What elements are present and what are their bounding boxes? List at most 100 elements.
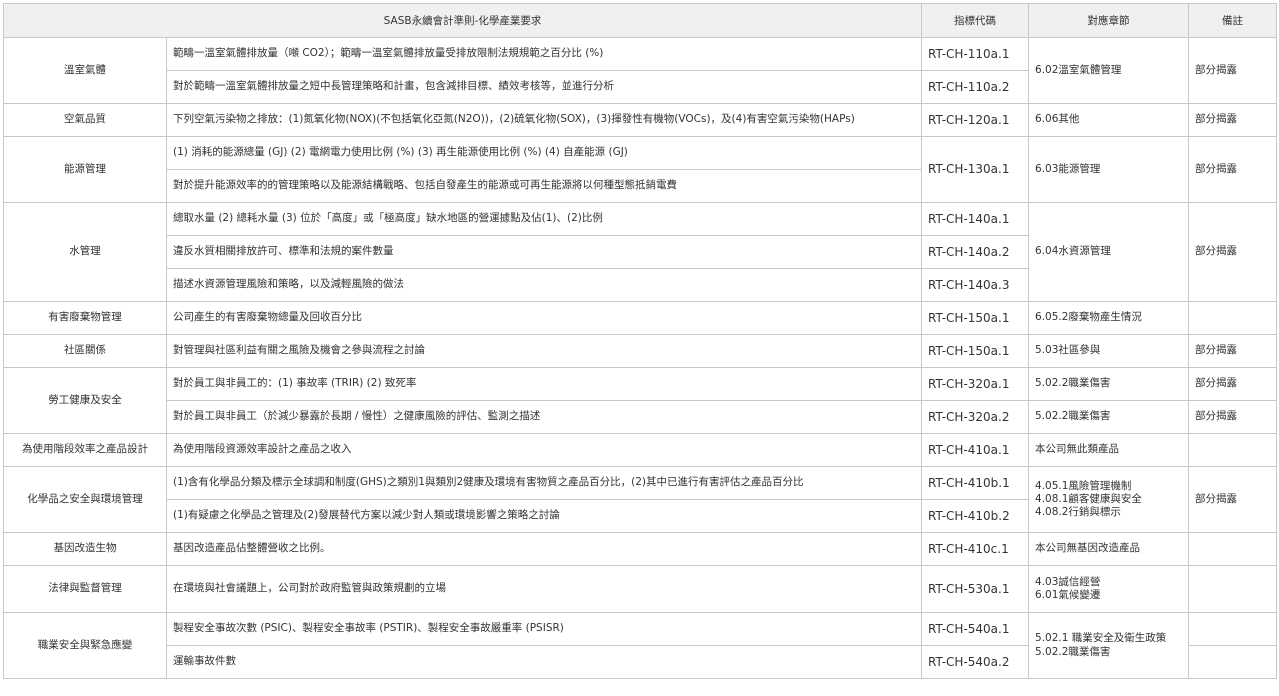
metric-cell: 對於範疇一溫室氣體排放量之短中長管理策略和計畫，包含減排目標、績效考核等，並進行…: [165, 70, 923, 104]
topic-cell: 基因改造生物: [3, 532, 167, 566]
note-cell: [1188, 612, 1278, 646]
note-cell: [1188, 532, 1278, 566]
table-row: 基因改造生物 基因改造產品佔整體營收之比例。 RT-CH-410c.1 本公司無…: [3, 532, 1278, 566]
chapter-line: 6.01氣候變遷: [1035, 589, 1101, 601]
metric-cell: 總取水量 (2) 總耗水量 (3) 位於「高度」或「極高度」缺水地區的營運據點及…: [165, 202, 923, 236]
code-cell: RT-CH-140a.3: [921, 268, 1030, 302]
note-cell: 部分揭露: [1188, 367, 1278, 401]
note-cell: [1188, 301, 1278, 335]
code-cell: RT-CH-320a.1: [921, 367, 1030, 401]
metric-cell: 描述水資源管理風險和策略，以及減輕風險的做法: [165, 268, 923, 302]
topic-cell: 空氣品質: [3, 103, 167, 137]
metric-cell: 基因改造產品佔整體營收之比例。: [165, 532, 923, 566]
table-row: 有害廢棄物管理 公司產生的有害廢棄物總量及回收百分比 RT-CH-150a.1 …: [3, 301, 1278, 335]
chapter-cell: 6.03能源管理: [1028, 136, 1190, 203]
chapter-cell: 5.02.2職業傷害: [1028, 367, 1190, 401]
metric-cell: 對於員工與非員工（於減少暴露於長期 / 慢性）之健康風險的評估、監測之描述: [165, 400, 923, 434]
topic-cell: 勞工健康及安全: [3, 367, 167, 434]
table-row: 水管理 總取水量 (2) 總耗水量 (3) 位於「高度」或「極高度」缺水地區的營…: [3, 202, 1278, 302]
table-header-row: SASB永續會計準則-化學產業要求 指標代碼 對應章節 備註: [2, 3, 1278, 38]
code-cell: RT-CH-530a.1: [921, 565, 1030, 613]
chapter-cell: 6.06其他: [1028, 103, 1190, 137]
chapter-cell: 本公司無基因改造產品: [1028, 532, 1190, 566]
chapter-line: 5.02.1 職業安全及衛生政策: [1035, 632, 1167, 645]
metric-cell: 為使用階段資源效率設計之產品之收入: [165, 433, 923, 467]
header-code: 指標代碼: [921, 3, 1030, 38]
topic-cell: 為使用階段效率之產品設計: [3, 433, 167, 467]
chapter-line: 5.02.2職業傷害: [1035, 645, 1111, 658]
sasb-index-table: SASB永續會計準則-化學產業要求 指標代碼 對應章節 備註 溫室氣體 範疇一溫…: [2, 3, 1278, 679]
note-cell: [1188, 645, 1278, 679]
chapter-cell: 本公司無此類產品: [1028, 433, 1190, 467]
code-cell: RT-CH-410b.1: [921, 466, 1030, 500]
topic-cell: 溫室氣體: [3, 37, 167, 104]
metric-cell: 運輸事故件數: [165, 645, 923, 679]
topic-cell: 化學品之安全與環境管理: [3, 466, 167, 533]
chapter-cell: 6.02溫室氣體管理: [1028, 37, 1190, 104]
table-row: 空氣品質 下列空氣污染物之排放：(1)氮氧化物(NOX)(不包括氧化亞氮(N2O…: [3, 103, 1278, 137]
chapter-cell: 5.02.2職業傷害: [1028, 400, 1190, 434]
table-row: 對於員工與非員工（於減少暴露於長期 / 慢性）之健康風險的評估、監測之描述 RT…: [4, 400, 1278, 434]
chapter-cell: 5.03社區參與: [1028, 334, 1190, 368]
note-cell: [1188, 565, 1278, 613]
header-standard: SASB永續會計準則-化學產業要求: [2, 3, 923, 38]
code-cell: RT-CH-150a.1: [921, 334, 1030, 368]
code-cell: RT-CH-540a.2: [921, 645, 1030, 679]
chapter-line: 4.08.2行銷與標示: [1035, 506, 1121, 519]
header-note: 備註: [1188, 3, 1278, 38]
chapter-line: 4.05.1風險管理機制: [1035, 479, 1132, 492]
code-cell: RT-CH-130a.1: [921, 136, 1030, 203]
metric-cell: 對於員工與非員工的：(1) 事故率 (TRIR) (2) 致死率: [165, 367, 923, 401]
topic-cell: 職業安全與緊急應變: [3, 612, 167, 679]
code-cell: RT-CH-120a.1: [921, 103, 1030, 137]
table-row: 溫室氣體 範疇一溫室氣體排放量（噸 CO2）；範疇一溫室氣體排放量受排放限制法規…: [3, 37, 1278, 104]
code-cell: RT-CH-140a.2: [921, 235, 1030, 269]
topic-cell: 水管理: [3, 202, 167, 302]
table-row: 社區關係 對管理與社區利益有關之風險及機會之參與流程之討論 RT-CH-150a…: [3, 334, 1278, 368]
note-cell: 部分揭露: [1188, 466, 1278, 533]
metric-cell: 在環境與社會議題上，公司對於政府監管與政策規劃的立場: [165, 565, 923, 613]
code-cell: RT-CH-110a.2: [921, 70, 1030, 104]
metric-cell: 製程安全事故次數 (PSIC)、製程安全事故率 (PSTIR)、製程安全事故嚴重…: [165, 612, 923, 646]
table-row: 化學品之安全與環境管理 (1)含有化學品分類及標示全球調和制度(GHS)之類別1…: [3, 466, 1278, 533]
chapter-cell: 5.02.1 職業安全及衛生政策 5.02.2職業傷害: [1028, 612, 1190, 679]
note-cell: 部分揭露: [1188, 136, 1278, 203]
chapter-cell: 4.03誠信經營 6.01氣候變遷: [1028, 565, 1190, 613]
chapter-cell: 6.05.2廢棄物產生情況: [1028, 301, 1190, 335]
metric-cell: (1)含有化學品分類及標示全球調和制度(GHS)之類別1與類別2健康及環境有害物…: [165, 466, 923, 500]
code-cell: RT-CH-540a.1: [921, 612, 1030, 646]
note-cell: 部分揭露: [1188, 103, 1278, 137]
metric-cell: 違反水質相關排放許可、標準和法規的案件數量: [165, 235, 923, 269]
code-cell: RT-CH-410a.1: [921, 433, 1030, 467]
chapter-cell: 6.04水資源管理: [1028, 202, 1190, 302]
note-cell: [1188, 433, 1278, 467]
metric-cell: (1)有疑慮之化學品之管理及(2)發展替代方案以減少對人類或環境影響之策略之討論: [165, 499, 923, 533]
metric-cell: 對於提升能源效率的的管理策略以及能源結構戰略、包括自發產生的能源或可再生能源將以…: [165, 169, 923, 203]
metric-cell: 下列空氣污染物之排放：(1)氮氧化物(NOX)(不包括氧化亞氮(N2O))，(2…: [165, 103, 923, 137]
chapter-cell: 4.05.1風險管理機制 4.08.1顧客健康與安全 4.08.2行銷與標示: [1028, 466, 1190, 533]
metric-cell: (1) 消耗的能源總量 (GJ) (2) 電網電力使用比例 (%) (3) 再生…: [165, 136, 923, 170]
topic-cell: 能源管理: [3, 136, 167, 203]
table-row: 勞工健康及安全 對於員工與非員工的：(1) 事故率 (TRIR) (2) 致死率…: [3, 367, 1278, 434]
code-cell: RT-CH-140a.1: [921, 202, 1030, 236]
topic-cell: 法律與監督管理: [3, 565, 167, 613]
code-cell: RT-CH-150a.1: [921, 301, 1030, 335]
table-row: 法律與監督管理 在環境與社會議題上，公司對於政府監管與政策規劃的立場 RT-CH…: [3, 565, 1278, 613]
table-row: 職業安全與緊急應變 製程安全事故次數 (PSIC)、製程安全事故率 (PSTIR…: [3, 612, 1278, 679]
chapter-line: 4.08.1顧客健康與安全: [1035, 492, 1142, 505]
metric-cell: 對管理與社區利益有關之風險及機會之參與流程之討論: [165, 334, 923, 368]
table-row: 能源管理 (1) 消耗的能源總量 (GJ) (2) 電網電力使用比例 (%) (…: [3, 136, 1278, 203]
note-cell: 部分揭露: [1188, 334, 1278, 368]
code-cell: RT-CH-410b.2: [921, 499, 1030, 533]
header-chapter: 對應章節: [1028, 3, 1190, 38]
code-cell: RT-CH-410c.1: [921, 532, 1030, 566]
metric-cell: 範疇一溫室氣體排放量（噸 CO2）；範疇一溫室氣體排放量受排放限制法規規範之百分…: [165, 37, 923, 71]
topic-cell: 社區關係: [3, 334, 167, 368]
code-cell: RT-CH-320a.2: [921, 400, 1030, 434]
metric-cell: 公司產生的有害廢棄物總量及回收百分比: [165, 301, 923, 335]
note-cell: 部分揭露: [1188, 202, 1278, 302]
table-row: 為使用階段效率之產品設計 為使用階段資源效率設計之產品之收入 RT-CH-410…: [3, 433, 1278, 467]
topic-cell: 有害廢棄物管理: [3, 301, 167, 335]
chapter-line: 4.03誠信經營: [1035, 575, 1101, 588]
code-cell: RT-CH-110a.1: [921, 37, 1030, 71]
